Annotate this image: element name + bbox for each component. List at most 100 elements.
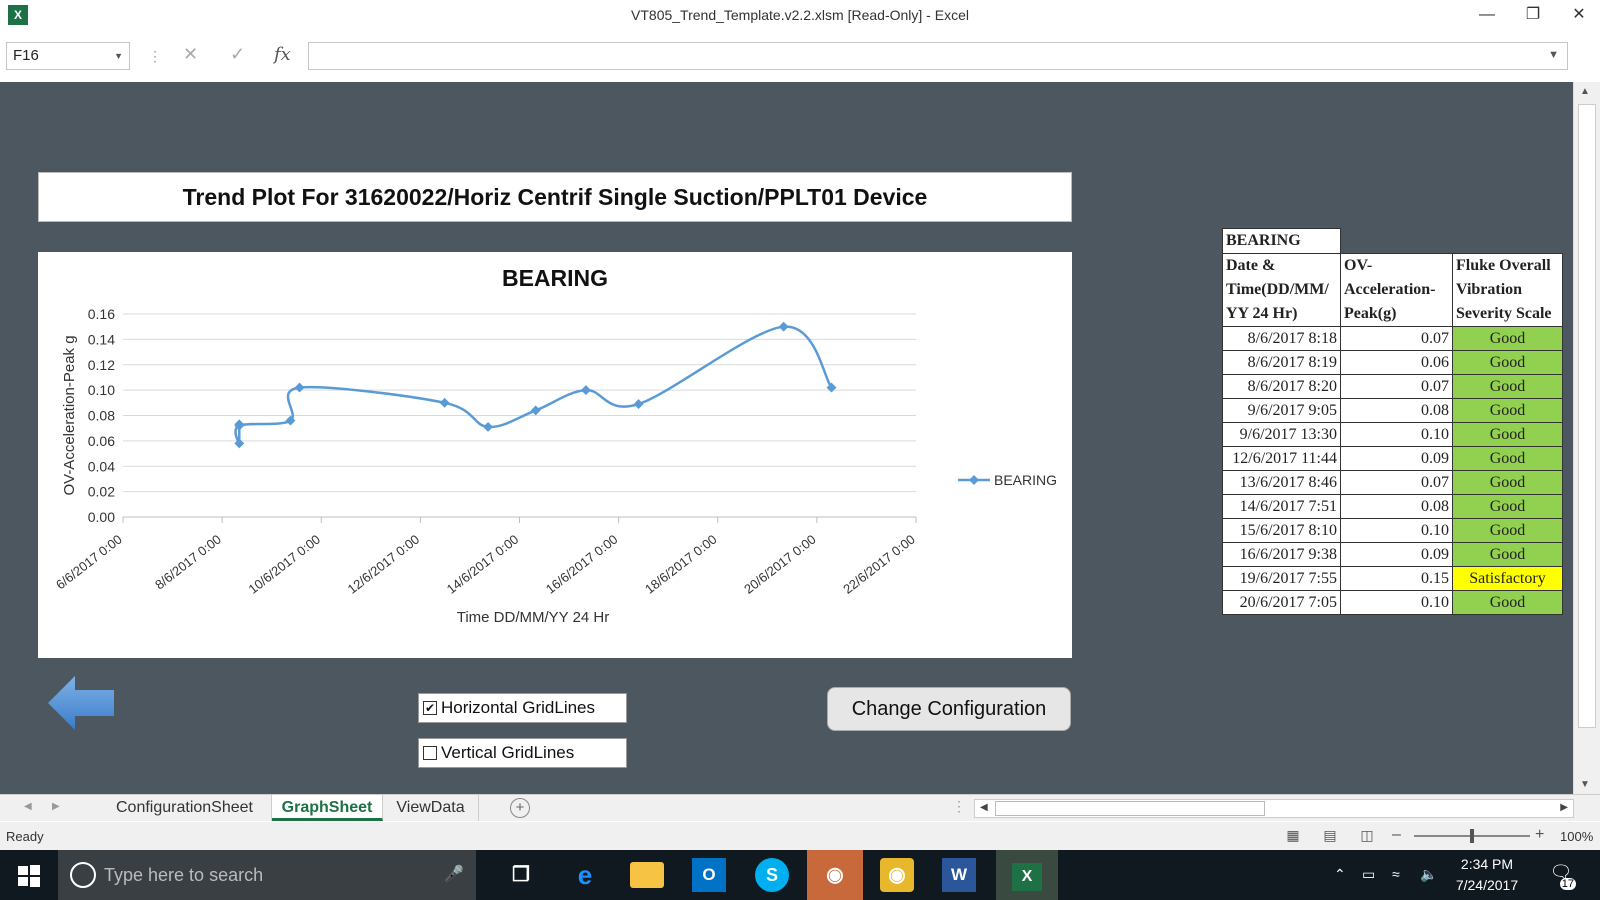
task-view-icon[interactable]: ❐ bbox=[504, 858, 538, 892]
cell-severity[interactable]: Good bbox=[1452, 350, 1563, 375]
cancel-icon[interactable]: ✕ bbox=[183, 44, 198, 65]
excel-taskbar-icon[interactable]: X bbox=[996, 850, 1058, 900]
insert-function-button[interactable]: fx bbox=[274, 44, 291, 65]
horizontal-scrollbar[interactable]: ◀ ▶ bbox=[974, 799, 1574, 818]
minimize-button[interactable]: — bbox=[1464, 0, 1510, 30]
chevron-down-icon[interactable]: ▼ bbox=[114, 43, 123, 69]
table-row: 20/6/2017 7:05 0.10 Good bbox=[1222, 590, 1563, 615]
formula-bar: F16 ▼ ⋮ ✕ ✓ fx ▼ bbox=[0, 38, 1600, 74]
word-icon[interactable]: W bbox=[942, 858, 976, 892]
cell-severity[interactable]: Good bbox=[1452, 590, 1563, 615]
cell-date[interactable]: 13/6/2017 8:46 bbox=[1222, 470, 1341, 495]
cell-value[interactable]: 0.10 bbox=[1340, 590, 1453, 615]
hscroll-thumb[interactable] bbox=[995, 801, 1265, 816]
horizontal-gridlines-checkbox[interactable]: ✔ Horizontal GridLines bbox=[418, 693, 627, 723]
cell-severity[interactable]: Good bbox=[1452, 446, 1563, 471]
formula-input[interactable]: ▼ bbox=[308, 42, 1568, 70]
wifi-icon[interactable]: ≈ bbox=[1392, 866, 1400, 882]
tab-graphsheet[interactable]: GraphSheet bbox=[272, 795, 383, 821]
system-clock[interactable]: 2:34 PM 7/24/2017 bbox=[1440, 854, 1534, 896]
cell-value[interactable]: 0.15 bbox=[1340, 566, 1453, 591]
show-hidden-icons[interactable]: ⌃ bbox=[1334, 866, 1346, 883]
page-layout-icon[interactable]: ▤ bbox=[1320, 827, 1340, 845]
zoom-slider[interactable] bbox=[1414, 829, 1530, 843]
cell-value[interactable]: 0.10 bbox=[1340, 422, 1453, 447]
battery-icon[interactable]: ▭ bbox=[1362, 866, 1375, 883]
scroll-down-icon[interactable]: ▼ bbox=[1580, 779, 1590, 790]
tab-configurationsheet[interactable]: ConfigurationSheet bbox=[98, 795, 272, 821]
cell-value[interactable]: 0.07 bbox=[1340, 470, 1453, 495]
cell-value[interactable]: 0.08 bbox=[1340, 494, 1453, 519]
cell-date[interactable]: 16/6/2017 9:38 bbox=[1222, 542, 1341, 567]
zoom-level[interactable]: 100% bbox=[1560, 829, 1593, 844]
cell-severity[interactable]: Good bbox=[1452, 518, 1563, 543]
edge-icon[interactable]: e bbox=[568, 858, 602, 892]
cell-date[interactable]: 9/6/2017 9:05 bbox=[1222, 398, 1341, 423]
enter-icon[interactable]: ✓ bbox=[230, 44, 245, 65]
action-center-icon[interactable]: 🗨 17 bbox=[1546, 862, 1576, 890]
cell-severity[interactable]: Good bbox=[1452, 326, 1563, 351]
cell-severity[interactable]: Good bbox=[1452, 542, 1563, 567]
cell-date[interactable]: 19/6/2017 7:55 bbox=[1222, 566, 1341, 591]
cell-date[interactable]: 14/6/2017 7:51 bbox=[1222, 494, 1341, 519]
cell-date[interactable]: 8/6/2017 8:18 bbox=[1222, 326, 1341, 351]
table-title[interactable]: BEARING bbox=[1222, 228, 1341, 254]
header-date[interactable]: Date & Time(DD/MM/ YY 24 Hr) bbox=[1222, 253, 1341, 327]
add-sheet-icon[interactable]: + bbox=[510, 798, 530, 818]
vertical-gridlines-checkbox[interactable]: Vertical GridLines bbox=[418, 738, 627, 768]
volume-icon[interactable]: 🔈 bbox=[1420, 866, 1437, 883]
cell-severity[interactable]: Good bbox=[1452, 398, 1563, 423]
tab-next-icon[interactable]: ▶ bbox=[52, 801, 60, 812]
header-value[interactable]: OV- Acceleration- Peak(g) bbox=[1340, 253, 1453, 327]
zoom-in-icon[interactable]: + bbox=[1535, 826, 1544, 844]
expand-formula-icon[interactable]: ▼ bbox=[1548, 49, 1559, 61]
cell-value[interactable]: 0.06 bbox=[1340, 350, 1453, 375]
file-explorer-icon[interactable] bbox=[630, 862, 664, 888]
vertical-scrollbar[interactable]: ▲ ▼ bbox=[1573, 82, 1600, 794]
tab-viewdata[interactable]: ViewData bbox=[383, 795, 479, 821]
cell-date[interactable]: 8/6/2017 8:19 bbox=[1222, 350, 1341, 375]
windows-start-icon[interactable] bbox=[18, 865, 40, 887]
checkbox-checked-icon[interactable]: ✔ bbox=[423, 701, 437, 715]
header-severity[interactable]: Fluke Overall Vibration Severity Scale bbox=[1452, 253, 1563, 327]
splitter-icon[interactable]: ⋮ bbox=[952, 798, 966, 815]
cell-date[interactable]: 20/6/2017 7:05 bbox=[1222, 590, 1341, 615]
change-configuration-button[interactable]: Change Configuration bbox=[827, 687, 1071, 731]
cell-value[interactable]: 0.07 bbox=[1340, 374, 1453, 399]
cell-value[interactable]: 0.10 bbox=[1340, 518, 1453, 543]
cell-date[interactable]: 9/6/2017 13:30 bbox=[1222, 422, 1341, 447]
cell-date[interactable]: 12/6/2017 11:44 bbox=[1222, 446, 1341, 471]
outlook-icon[interactable]: O bbox=[692, 858, 726, 892]
scroll-right-icon[interactable]: ▶ bbox=[1560, 802, 1568, 813]
cell-severity[interactable]: Satisfactory bbox=[1452, 566, 1563, 591]
cell-severity[interactable]: Good bbox=[1452, 494, 1563, 519]
zoom-knob[interactable] bbox=[1470, 829, 1474, 843]
cell-value[interactable]: 0.08 bbox=[1340, 398, 1453, 423]
zoom-out-icon[interactable]: – bbox=[1392, 826, 1401, 844]
cell-severity[interactable]: Good bbox=[1452, 422, 1563, 447]
cell-date[interactable]: 8/6/2017 8:20 bbox=[1222, 374, 1341, 399]
cell-severity[interactable]: Good bbox=[1452, 470, 1563, 495]
cell-value[interactable]: 0.07 bbox=[1340, 326, 1453, 351]
checkbox-unchecked-icon[interactable] bbox=[423, 746, 437, 760]
normal-view-icon[interactable]: ▦ bbox=[1283, 827, 1303, 845]
scroll-left-icon[interactable]: ◀ bbox=[980, 802, 988, 813]
back-arrow-icon[interactable] bbox=[48, 676, 114, 730]
cell-date[interactable]: 15/6/2017 8:10 bbox=[1222, 518, 1341, 543]
skype-icon[interactable]: S bbox=[755, 858, 789, 892]
cell-value[interactable]: 0.09 bbox=[1340, 542, 1453, 567]
cell-value[interactable]: 0.09 bbox=[1340, 446, 1453, 471]
trend-chart[interactable]: BEARING 0.00 0.02 0.04 0.06 0.08 0.10 0.12 0.14 0… bbox=[38, 252, 1072, 658]
cell-severity[interactable]: Good bbox=[1452, 374, 1563, 399]
page-break-icon[interactable]: ◫ bbox=[1357, 827, 1377, 845]
taskbar-search[interactable]: Type here to search 🎤 bbox=[58, 850, 476, 900]
microphone-icon[interactable]: 🎤 bbox=[444, 850, 464, 900]
scroll-up-icon[interactable]: ▲ bbox=[1580, 86, 1590, 97]
tab-prev-icon[interactable]: ◀ bbox=[24, 801, 32, 812]
paint-app-icon[interactable]: ◉ bbox=[807, 850, 863, 900]
name-box[interactable]: F16 ▼ bbox=[6, 42, 130, 70]
close-button[interactable]: ✕ bbox=[1556, 0, 1600, 30]
restore-button[interactable]: ❐ bbox=[1510, 0, 1556, 30]
camera-app-icon[interactable]: ◉ bbox=[880, 858, 914, 892]
scroll-thumb[interactable] bbox=[1578, 104, 1596, 728]
